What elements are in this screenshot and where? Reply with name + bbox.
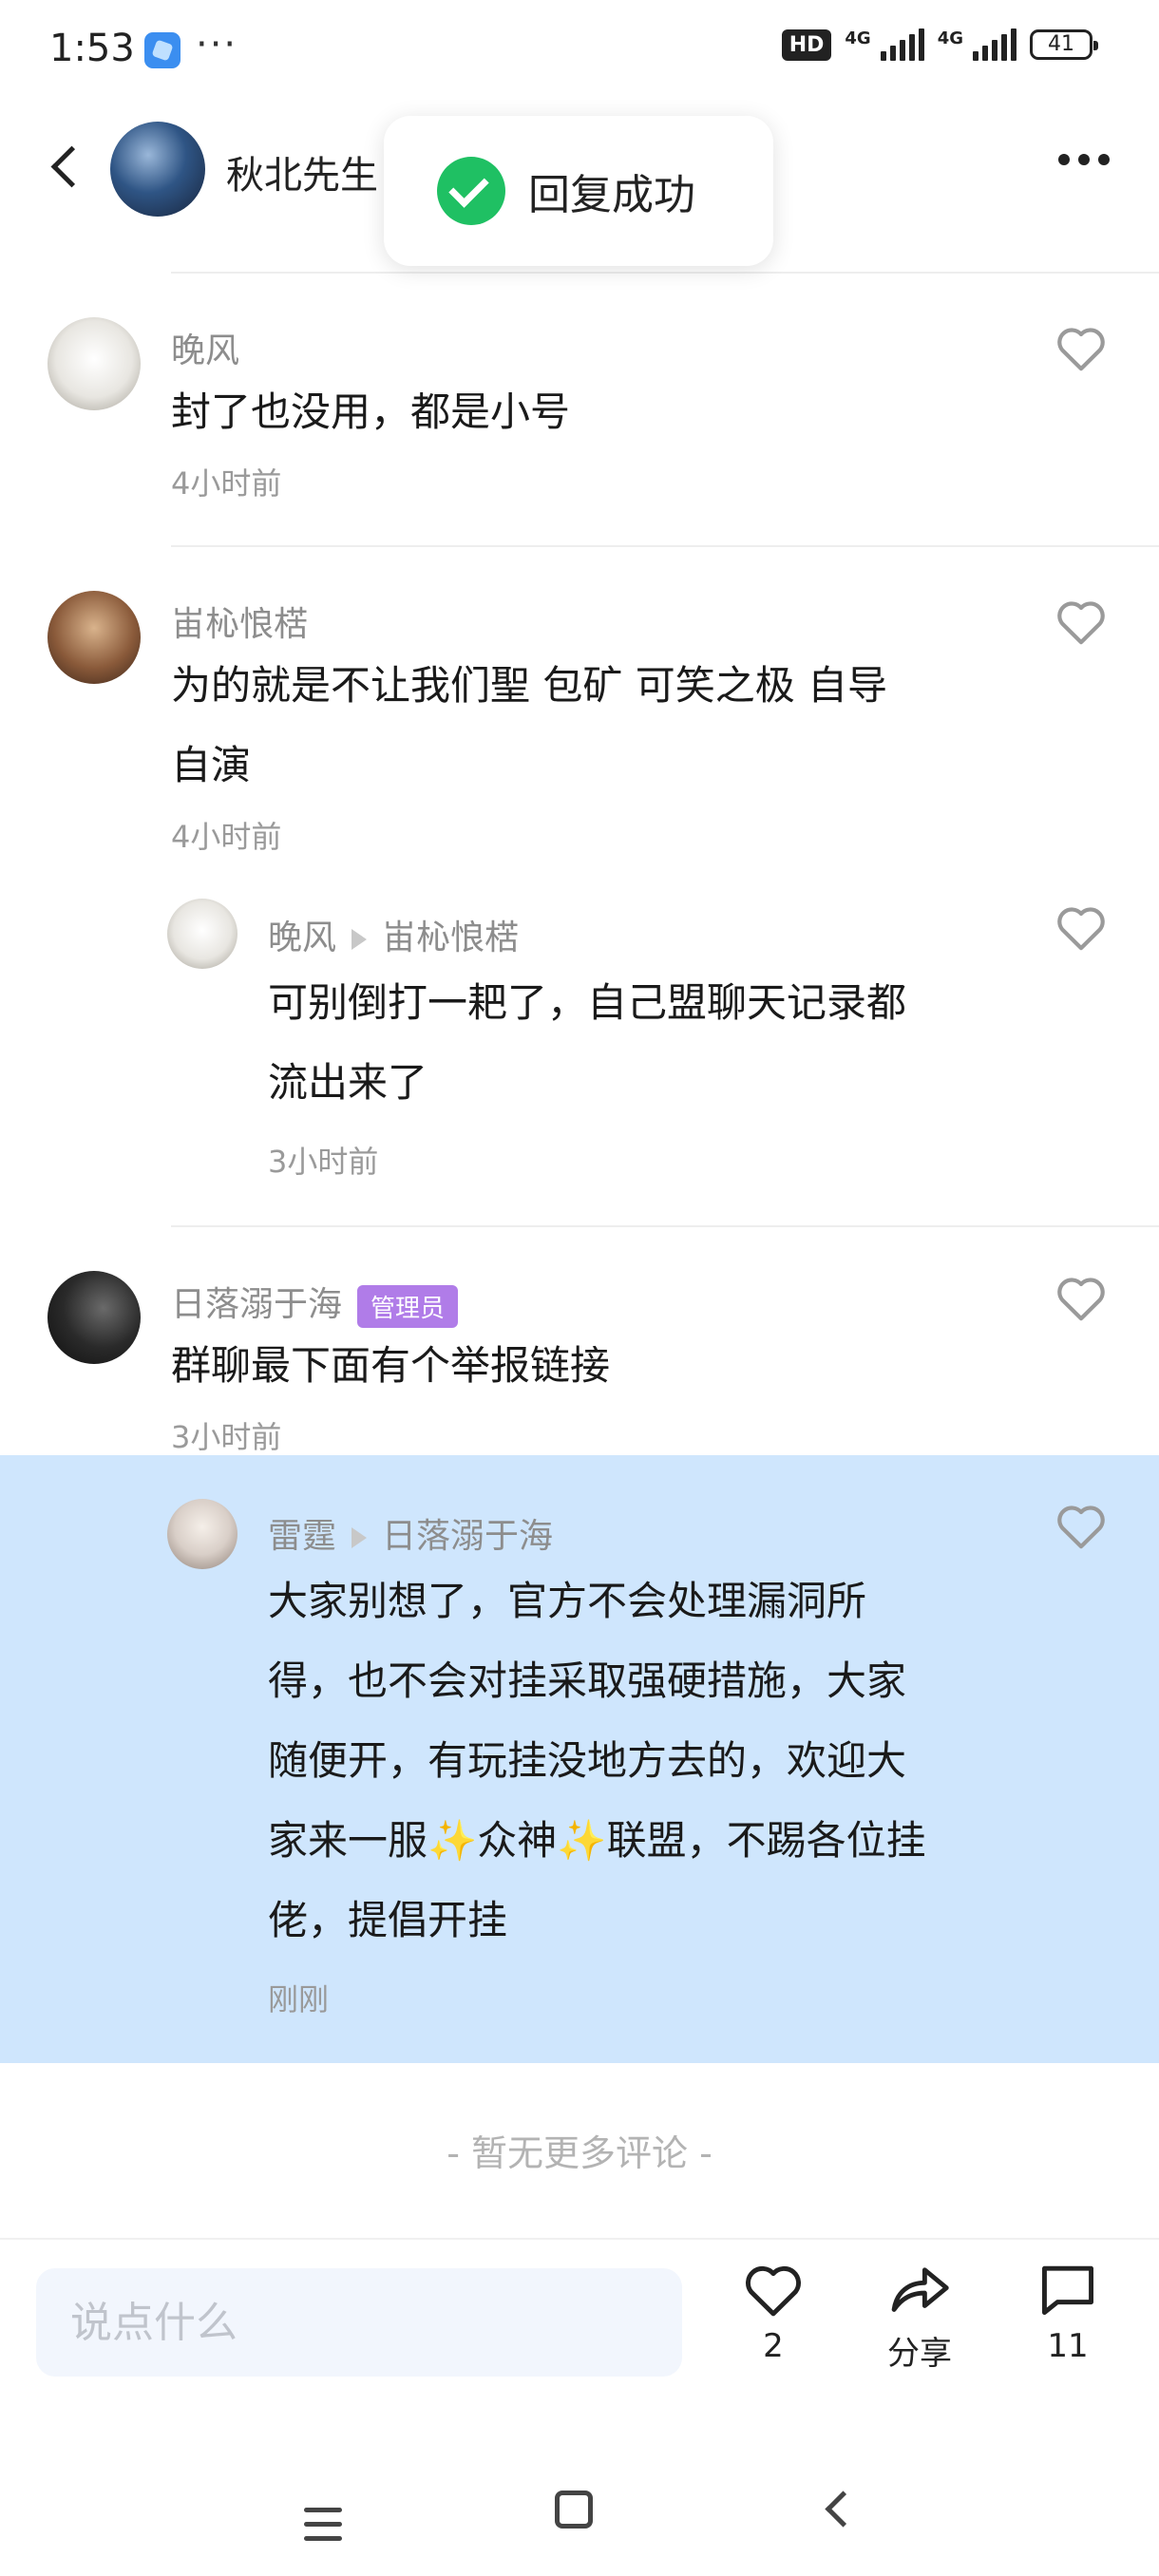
- status-more-icon: ···: [196, 23, 238, 66]
- reply-header: 雷霆 日落溺于海: [268, 1508, 553, 1558]
- reply-arrow-icon: [352, 929, 368, 950]
- like-heart-icon[interactable]: [1054, 323, 1108, 372]
- like-heart-icon[interactable]: [1054, 597, 1108, 646]
- like-count: 2: [763, 2327, 784, 2365]
- comment-content[interactable]: 封了也没用，都是小号: [171, 372, 570, 452]
- reply-content-line[interactable]: 大家别想了，官方不会处理漏洞所: [268, 1562, 866, 1641]
- hd-icon: HD: [781, 28, 832, 61]
- check-circle-icon: [437, 157, 505, 225]
- comment-content[interactable]: 群聊最下面有个举报链接: [171, 1326, 610, 1406]
- comment-time: 3小时前: [171, 1419, 282, 1455]
- comment-input[interactable]: [36, 2268, 682, 2377]
- toast-message: 回复成功: [528, 171, 695, 219]
- signal-icon-1: [880, 28, 924, 61]
- comment-bubble-icon: [1042, 2265, 1093, 2315]
- comment-username[interactable]: 峀杺悢楛: [171, 597, 308, 646]
- divider: [171, 1225, 1159, 1227]
- reply-content-line[interactable]: 家来一服✨众神✨联盟，不踢各位挂: [268, 1801, 926, 1881]
- no-more-comments: - 暂无更多评论 -: [446, 2132, 712, 2174]
- signal-icon-2: [973, 28, 1016, 61]
- reply-content-line[interactable]: 随便开，有玩挂没地方去的，欢迎大: [268, 1721, 906, 1801]
- avatar[interactable]: [167, 899, 238, 969]
- comment-count: 11: [1047, 2327, 1089, 2365]
- comment-time: 4小时前: [171, 465, 282, 502]
- share-label: 分享: [887, 2335, 952, 2373]
- share-icon: [891, 2267, 949, 2312]
- comment-username[interactable]: 日落溺于海: [171, 1285, 342, 1324]
- reply-content-line[interactable]: 可别倒打一耙了，自己盟聊天记录都: [268, 963, 906, 1043]
- comment-time: 4小时前: [171, 819, 282, 855]
- comment-username-row: 日落溺于海 管理员: [171, 1277, 459, 1328]
- reply-time: 刚刚: [268, 1981, 330, 2017]
- reply-time: 3小时前: [268, 1144, 379, 1180]
- reply-to-username[interactable]: 峀杺悢楛: [382, 919, 519, 957]
- divider: [171, 272, 1159, 274]
- comment-content-line[interactable]: 为的就是不让我们聖 包矿 可笑之极 自导: [171, 646, 887, 726]
- comment-content-line[interactable]: 自演: [171, 726, 251, 805]
- like-heart-icon[interactable]: [1054, 1273, 1108, 1322]
- reply-content-line[interactable]: 得，也不会对挂采取强硬措施，大家: [268, 1641, 906, 1721]
- bottom-bar-border: [0, 2238, 1159, 2240]
- status-indicators: HD 4G 4G 41: [781, 28, 1098, 61]
- network-label-1: 4G: [845, 28, 871, 48]
- like-heart-icon: [746, 2265, 801, 2317]
- like-button[interactable]: 2: [716, 2261, 830, 2365]
- like-heart-icon[interactable]: [1054, 1501, 1108, 1550]
- nav-menu-icon[interactable]: [304, 2508, 342, 2550]
- status-time: 1:53: [49, 27, 135, 70]
- author-avatar[interactable]: [110, 122, 205, 217]
- more-options-icon[interactable]: [1058, 154, 1110, 165]
- reply-username[interactable]: 雷霆: [268, 1517, 336, 1556]
- share-button[interactable]: 分享: [863, 2261, 977, 2374]
- reply-arrow-icon: [352, 1527, 368, 1548]
- nav-back-icon[interactable]: [823, 2492, 851, 2521]
- back-icon[interactable]: [44, 141, 91, 198]
- app-notification-icon: [144, 32, 180, 68]
- reply-content-line[interactable]: 流出来了: [268, 1043, 428, 1123]
- comment-username[interactable]: 晚风: [171, 323, 239, 372]
- avatar[interactable]: [48, 1271, 141, 1364]
- reply-header: 晚风 峀杺悢楛: [268, 910, 519, 959]
- divider: [171, 545, 1159, 547]
- admin-badge: 管理员: [357, 1284, 459, 1328]
- like-heart-icon[interactable]: [1054, 902, 1108, 952]
- comment-button[interactable]: 11: [1011, 2261, 1125, 2365]
- avatar[interactable]: [167, 1499, 238, 1569]
- network-label-2: 4G: [937, 28, 963, 48]
- battery-icon: 41: [1030, 29, 1098, 60]
- avatar[interactable]: [48, 317, 141, 410]
- nav-home-icon[interactable]: [555, 2491, 593, 2529]
- avatar[interactable]: [48, 591, 141, 684]
- author-name[interactable]: 秋北先生: [226, 144, 378, 199]
- reply-content-line[interactable]: 佬，提倡开挂: [268, 1881, 507, 1960]
- reply-username[interactable]: 晚风: [268, 919, 336, 957]
- reply-to-username[interactable]: 日落溺于海: [382, 1517, 553, 1556]
- success-toast: 回复成功: [384, 116, 773, 266]
